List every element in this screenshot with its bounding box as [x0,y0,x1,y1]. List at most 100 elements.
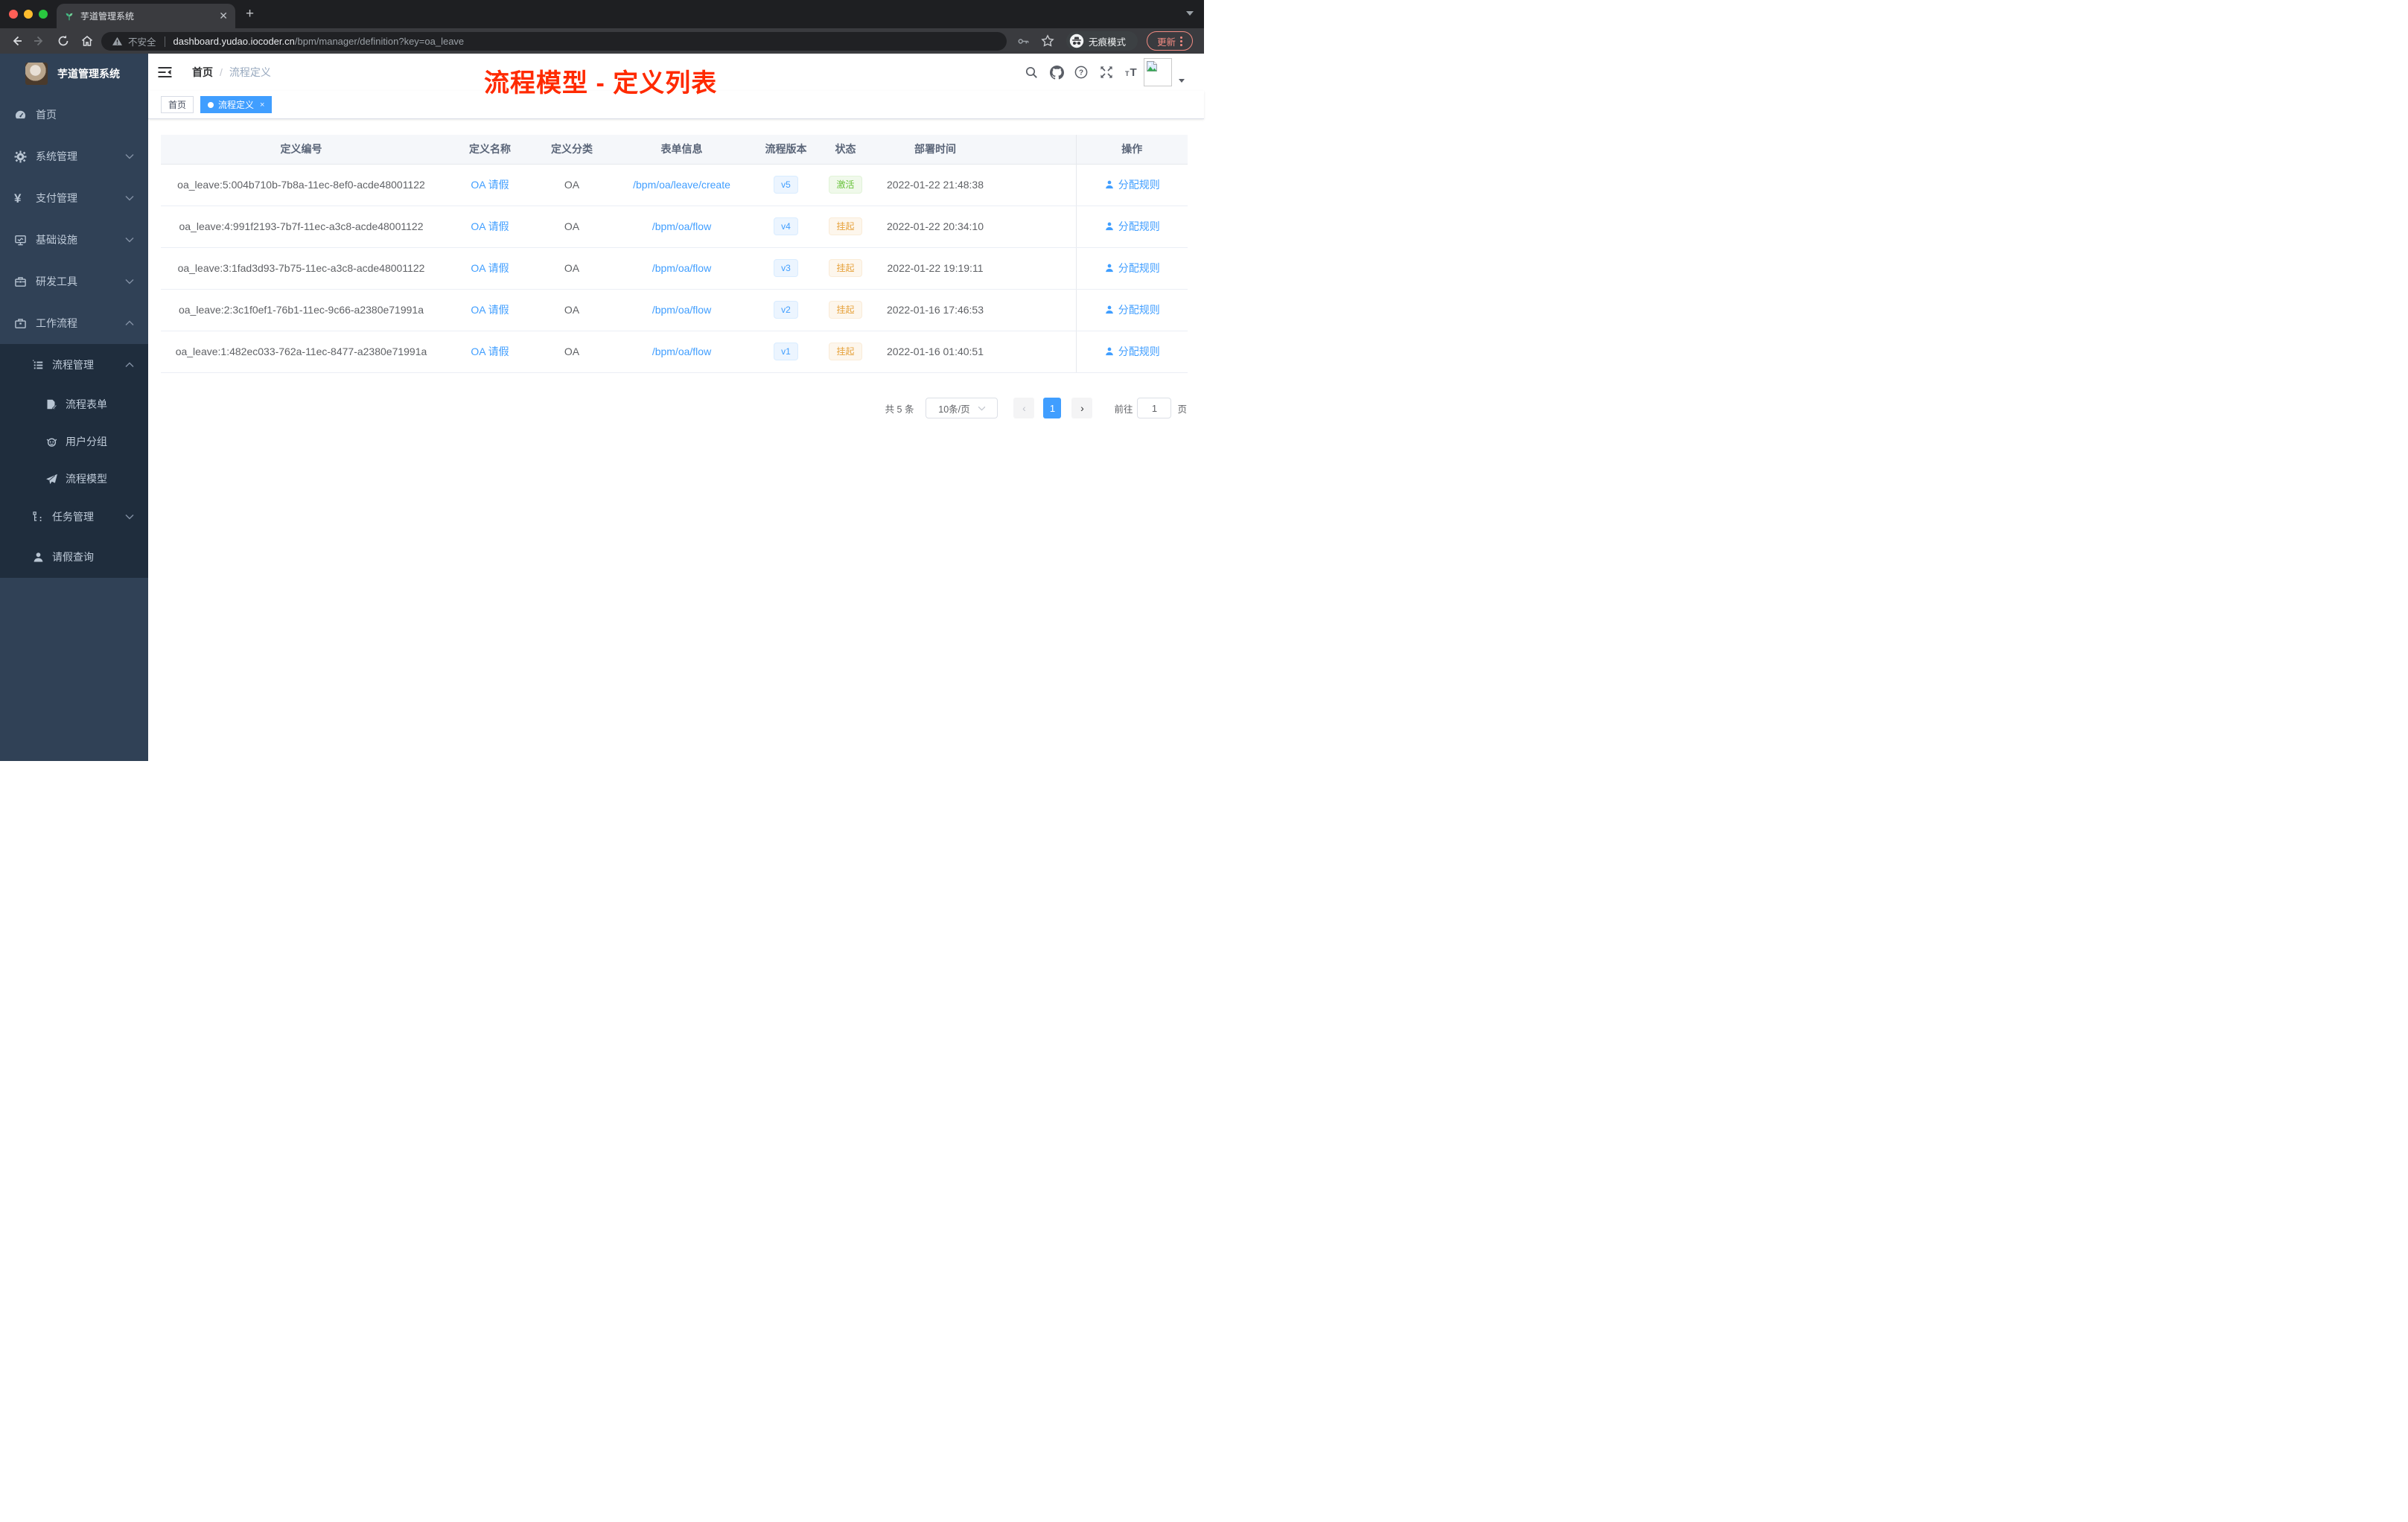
url-path[interactable]: /bpm/manager/definition?key=oa_leave [295,36,464,47]
cell-deploy-time: 2022-01-16 01:40:51 [877,331,993,373]
sidebar-item-process-model[interactable]: 流程模型 [0,460,148,497]
text-size-icon[interactable]: T T [1124,66,1138,79]
sidebar-item-label: 流程模型 [66,473,107,485]
bookmark-star-icon[interactable] [1041,34,1054,48]
definition-name-link[interactable]: OA 请假 [471,262,509,274]
form-link[interactable]: /bpm/oa/flow [652,304,711,316]
active-tag-dot [208,101,214,108]
table-header-row: 定义编号 定义名称 定义分类 表单信息 流程版本 状态 部署时间 操作 [161,135,1188,165]
form-link[interactable]: /bpm/oa/flow [652,346,711,357]
sidebar-item-home[interactable]: 首页 [0,94,148,136]
github-icon[interactable] [1050,66,1064,80]
cell-definition-id: oa_leave:5:004b710b-7b8a-11ec-8ef0-acde4… [161,164,442,206]
assign-rule-button[interactable]: 分配规则 [1104,261,1160,276]
prev-page-button[interactable]: ‹ [1013,398,1035,418]
cell-definition-id: oa_leave:3:1fad3d93-7b75-11ec-a3c8-acde4… [161,247,442,290]
back-icon[interactable] [10,34,23,48]
tag-process-definition[interactable]: 流程定义 × [200,96,273,113]
browser-tab[interactable]: 芋道管理系统 ✕ [57,4,235,28]
chevron-down-icon [125,196,134,201]
url-host[interactable]: dashboard.yudao.iocoder.cn [173,36,295,47]
cell-category: OA [538,331,605,373]
definition-name-link[interactable]: OA 请假 [471,346,509,357]
sidebar-item-workflow[interactable]: 工作流程 [0,302,148,344]
avatar[interactable] [1144,58,1172,86]
col-header-status: 状态 [814,135,877,165]
window-controls[interactable] [9,10,48,19]
tag-home[interactable]: 首页 [161,96,194,113]
tag-close-icon[interactable]: × [260,101,264,109]
sidebar-item-process-management[interactable]: 流程管理 [0,344,148,386]
cell-category: OA [538,289,605,331]
cell-definition-id: oa_leave:1:482ec033-762a-11ec-8477-a2380… [161,331,442,373]
broken-image-icon [1147,61,1157,71]
forward-icon[interactable] [33,34,46,48]
assign-rule-button[interactable]: 分配规则 [1104,219,1160,234]
definition-name-link[interactable]: OA 请假 [471,220,509,232]
sidebar-item-infrastructure[interactable]: 基础设施 [0,219,148,261]
org-tree-icon [33,512,42,521]
breadcrumb-home[interactable]: 首页 [192,65,213,80]
address-bar[interactable]: 不安全 dashboard.yudao.iocoder.cn/bpm/manag… [101,32,1007,51]
definition-name-link[interactable]: OA 请假 [471,179,509,191]
reload-icon[interactable] [57,34,70,48]
dashboard-icon [15,110,26,118]
sidebar-item-label: 支付管理 [36,192,77,204]
update-label: 更新 [1156,36,1176,48]
sidebar-collapse-icon[interactable] [158,66,172,78]
home-icon[interactable] [80,34,94,48]
assign-user-icon [1105,347,1113,356]
incognito-badge[interactable]: 无痕模式 [1066,31,1138,51]
form-link[interactable]: /bpm/oa/flow [652,262,711,274]
sidebar-item-payment[interactable]: ¥ 支付管理 [0,177,148,219]
cell-definition-id: oa_leave:4:991f2193-7b7f-11ec-a3c8-acde4… [161,206,442,248]
tag-label: 流程定义 [218,100,255,110]
page-size-value: 10条/页 [938,404,970,415]
assign-rule-button[interactable]: 分配规则 [1104,302,1160,317]
tab-search-icon[interactable] [1186,11,1194,16]
sidebar-item-process-form[interactable]: 流程表单 [0,386,148,423]
assign-user-icon [1105,305,1113,314]
col-header-definition-id: 定义编号 [161,135,442,165]
window-minimize-button[interactable] [24,10,33,19]
help-icon[interactable]: ? [1074,66,1088,79]
fullscreen-icon[interactable] [1100,66,1113,79]
definition-name-link[interactable]: OA 请假 [471,304,509,316]
not-secure-label[interactable]: 不安全 [128,34,156,48]
col-header-definition-name: 定义名称 [442,135,538,165]
sidebar-item-task-management[interactable]: 任务管理 [0,497,148,536]
sidebar-logo[interactable]: 芋道管理系统 [0,54,148,94]
assign-rule-button[interactable]: 分配规则 [1104,177,1160,192]
version-badge: v4 [774,217,798,235]
window-close-button[interactable] [9,10,18,19]
new-tab-button[interactable]: + [246,6,254,22]
briefcase-icon [15,318,26,328]
window-zoom-button[interactable] [39,10,48,19]
cell-category: OA [538,164,605,206]
avatar-caret-down-icon[interactable] [1179,79,1185,83]
main-area: 首页 / 流程定义 流程模型 - 定义列表 ? T T 首页 流程定义 × 定义… [148,54,1204,761]
not-secure-warning-icon[interactable] [112,36,123,47]
search-icon[interactable] [1025,66,1038,79]
page-size-select[interactable]: 10条/页 [926,398,998,418]
sidebar-item-user-group[interactable]: 用户分组 [0,423,148,460]
form-link[interactable]: /bpm/oa/leave/create [633,179,730,191]
table-row: oa_leave:1:482ec033-762a-11ec-8477-a2380… [161,331,1188,373]
sidebar-item-dev-tools[interactable]: 研发工具 [0,261,148,302]
browser-update-button[interactable]: 更新 [1147,31,1193,51]
next-page-button[interactable]: › [1071,398,1093,418]
sidebar-item-label: 首页 [36,109,57,121]
table-row: oa_leave:4:991f2193-7b7f-11ec-a3c8-acde4… [161,206,1188,248]
sidebar-item-leave-query[interactable]: 请假查询 [0,536,148,578]
form-link[interactable]: /bpm/oa/flow [652,220,711,232]
sidebar-item-system[interactable]: 系统管理 [0,136,148,177]
tab-close-icon[interactable]: ✕ [219,10,228,22]
goto-page-input[interactable] [1137,398,1172,418]
table-row: oa_leave:3:1fad3d93-7b75-11ec-a3c8-acde4… [161,247,1188,290]
password-key-icon[interactable] [1017,35,1030,48]
favicon-seedling-icon [66,13,73,20]
chevron-down-icon [125,279,134,284]
browser-menu-icon[interactable] [1180,36,1182,46]
assign-rule-button[interactable]: 分配规则 [1104,344,1160,359]
page-number-1[interactable]: 1 [1043,398,1062,418]
